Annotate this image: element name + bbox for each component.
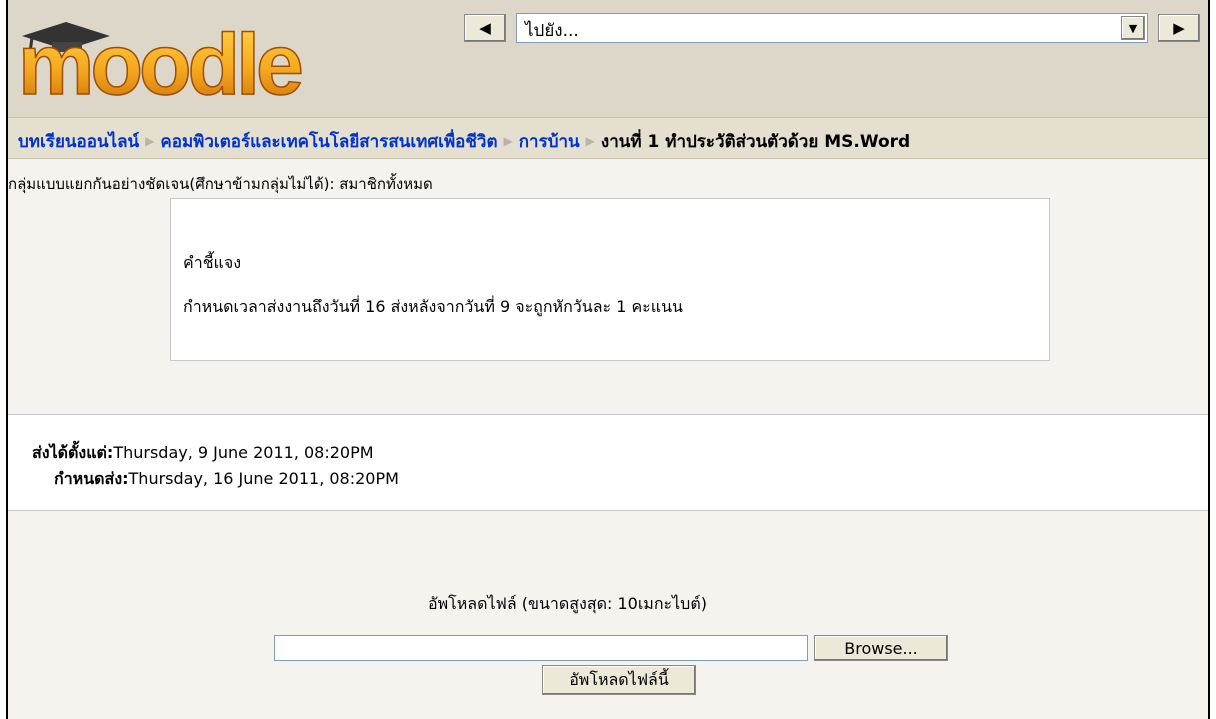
breadcrumb-separator-icon: ▶ [503, 134, 513, 148]
dates-box: ส่งได้ตั้งแต่:Thursday, 9 June 2011, 08:… [8, 414, 1208, 511]
jump-next-button[interactable]: ▶ [1158, 14, 1200, 42]
browse-button[interactable]: Browse... [814, 635, 948, 661]
file-path-input[interactable] [274, 635, 808, 661]
group-mode-text: กลุ่มแบบแยกกันอย่างชัดเจน(ศึกษาข้ามกลุ่ม… [8, 175, 433, 193]
dropdown-arrow-icon[interactable]: ▼ [1121, 16, 1145, 40]
due-date-label: กำหนดส่ง: [54, 469, 129, 488]
available-from-value: Thursday, 9 June 2011, 08:20PM [113, 443, 374, 462]
upload-file-button[interactable]: อัพโหลดไฟล์นี้ [542, 665, 696, 695]
available-from-row: ส่งได้ตั้งแต่:Thursday, 9 June 2011, 08:… [32, 441, 374, 466]
available-from-label: ส่งได้ตั้งแต่: [32, 443, 114, 462]
description-text: กำหนดเวลาส่งงานถึงวันที่ 16 ส่งหลังจากวั… [183, 297, 683, 316]
moodle-logo[interactable]: moodle [14, 6, 364, 106]
breadcrumb-link-online-lessons[interactable]: บทเรียนออนไลน์ [18, 132, 139, 152]
due-date-value: Thursday, 16 June 2011, 08:20PM [128, 469, 399, 488]
jump-to-selected-value: ไปยัง... [525, 21, 579, 41]
breadcrumb: บทเรียนออนไลน์ ▶ คอมพิวเตอร์และเทคโนโลยีสา… [8, 117, 1208, 159]
breadcrumb-separator-icon: ▶ [145, 134, 155, 148]
description-box: คำชี้แจง กำหนดเวลาส่งงานถึงวันที่ 16 ส่ง… [170, 198, 1050, 361]
jump-prev-button[interactable]: ◀ [464, 14, 506, 42]
page-header: moodle ◀ ไปยัง... ▼ ▶ [8, 0, 1208, 117]
svg-text:moodle: moodle [18, 17, 301, 106]
page-frame: moodle ◀ ไปยัง... ▼ ▶ บทเรียนออนไลน์ ▶ คอม… [6, 0, 1210, 719]
jump-to-select[interactable]: ไปยัง... ▼ [516, 13, 1148, 43]
description-title: คำชี้แจง [183, 253, 242, 272]
right-triangle-icon: ▶ [1173, 19, 1185, 37]
breadcrumb-link-course[interactable]: คอมพิวเตอร์และเทคโนโลยีสารสนเทศเพื่อชีวิ… [160, 132, 497, 152]
left-triangle-icon: ◀ [479, 19, 491, 37]
due-date-row: กำหนดส่ง:Thursday, 16 June 2011, 08:20PM [54, 467, 399, 492]
breadcrumb-separator-icon: ▶ [585, 134, 595, 148]
breadcrumb-link-homework[interactable]: การบ้าน [519, 132, 580, 152]
upload-title: อัพโหลดไฟล์ (ขนาดสูงสุด: 10เมกะไบต์) [428, 594, 707, 613]
breadcrumb-current: งานที่ 1 ทำประวัติส่วนตัวด้วย MS.Word [600, 132, 911, 152]
